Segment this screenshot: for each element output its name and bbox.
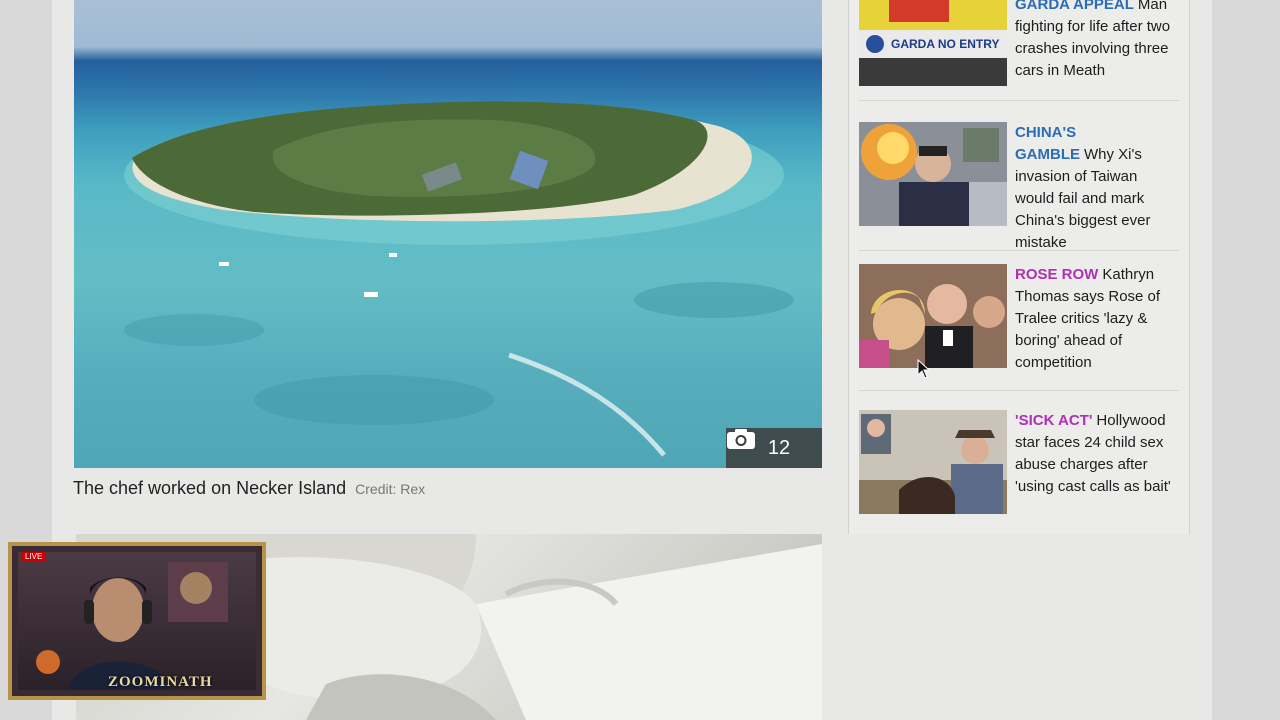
story-headline[interactable]: ROSE ROW Kathryn Thomas says Rose of Tral… (1015, 264, 1179, 374)
island-illustration (124, 101, 794, 457)
channel-logo: ZOOMINATH (108, 674, 213, 690)
divider (859, 250, 1179, 251)
story-sick-act[interactable]: 'SICK ACT' Hollywood star faces 24 child … (859, 410, 1179, 514)
garda-tape-text: GARDA NO ENTRY (891, 37, 999, 51)
streamer-silhouette (36, 562, 228, 690)
image-caption: The chef worked on Necker Island Credit:… (73, 478, 425, 499)
photo-count-label: 12 (767, 436, 791, 459)
rose-of-tralee-image (859, 264, 1007, 368)
photo-gallery-button[interactable]: 12 (726, 428, 822, 468)
image-credit: Credit: Rex (355, 481, 426, 497)
story-headline[interactable]: CHINA'S GAMBLE Why Xi's invasion of Taiwa… (1015, 122, 1179, 254)
story-kicker: 'SICK ACT' (1015, 412, 1093, 429)
xi-explosion-image (859, 122, 1007, 226)
story-rose-row[interactable]: ROSE ROW Kathryn Thomas says Rose of Tral… (859, 264, 1179, 374)
story-kicker: CHINA'S GAMBLE (1015, 124, 1080, 163)
related-stories-sidebar: GARDA NO ENTRY GARDA APPEAL Man fighting … (848, 0, 1190, 534)
caption-text: The chef worked on Necker Island (73, 478, 347, 498)
story-thumbnail[interactable] (859, 410, 1007, 514)
story-headline[interactable]: 'SICK ACT' Hollywood star faces 24 child … (1015, 410, 1179, 514)
story-garda-appeal[interactable]: GARDA NO ENTRY GARDA APPEAL Man fighting … (859, 0, 1179, 86)
streamer-webcam-overlay: LIVE ZOOMINATH (8, 542, 266, 700)
story-thumbnail[interactable] (859, 264, 1007, 368)
story-thumbnail[interactable] (859, 122, 1007, 226)
live-badge: LIVE (22, 552, 46, 561)
story-thumbnail[interactable]: GARDA NO ENTRY (859, 0, 1007, 86)
garda-tape-image: GARDA NO ENTRY (859, 0, 1007, 86)
mouse-cursor-icon (917, 359, 931, 379)
divider (859, 100, 1179, 101)
divider (859, 390, 1179, 391)
hollywood-star-image (859, 410, 1007, 514)
story-headline[interactable]: GARDA APPEAL Man fighting for life after … (1015, 0, 1179, 86)
story-kicker: GARDA APPEAL (1015, 0, 1134, 13)
hero-image[interactable]: 12 (74, 0, 822, 468)
story-kicker: ROSE ROW (1015, 266, 1099, 283)
webcam-feed (18, 552, 256, 690)
story-china-gamble[interactable]: CHINA'S GAMBLE Why Xi's invasion of Taiwa… (859, 122, 1179, 254)
